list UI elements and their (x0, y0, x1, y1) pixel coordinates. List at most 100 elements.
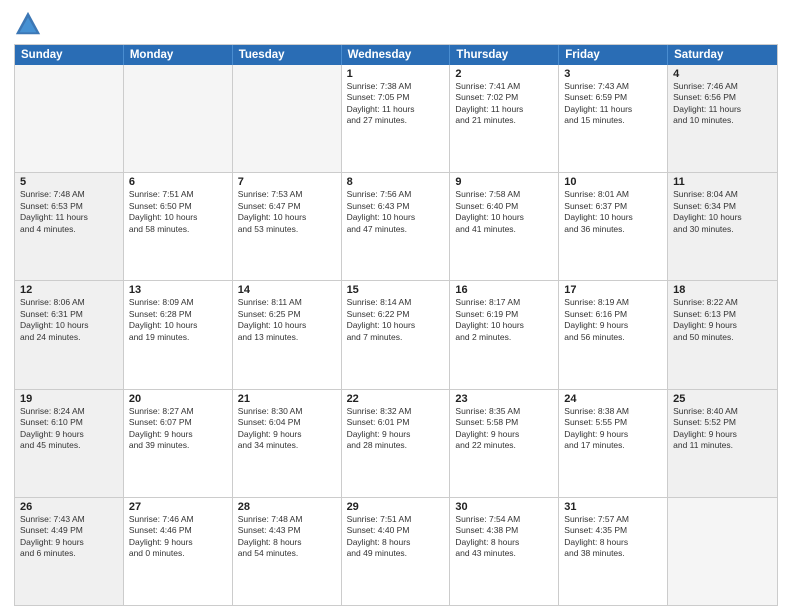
day-number: 18 (673, 284, 772, 296)
logo (14, 10, 46, 38)
day-info: Sunrise: 7:41 AM Sunset: 7:02 PM Dayligh… (455, 81, 553, 127)
day-number: 19 (20, 393, 118, 405)
day-info: Sunrise: 7:43 AM Sunset: 6:59 PM Dayligh… (564, 81, 662, 127)
calendar-row-2: 12Sunrise: 8:06 AM Sunset: 6:31 PM Dayli… (15, 280, 777, 388)
day-info: Sunrise: 7:38 AM Sunset: 7:05 PM Dayligh… (347, 81, 445, 127)
day-cell-5: 5Sunrise: 7:48 AM Sunset: 6:53 PM Daylig… (15, 173, 124, 280)
header-day-thursday: Thursday (450, 45, 559, 65)
day-number: 25 (673, 393, 772, 405)
day-cell-7: 7Sunrise: 7:53 AM Sunset: 6:47 PM Daylig… (233, 173, 342, 280)
day-cell-24: 24Sunrise: 8:38 AM Sunset: 5:55 PM Dayli… (559, 390, 668, 497)
day-info: Sunrise: 7:56 AM Sunset: 6:43 PM Dayligh… (347, 189, 445, 235)
day-number: 4 (673, 68, 772, 80)
day-cell-2: 2Sunrise: 7:41 AM Sunset: 7:02 PM Daylig… (450, 65, 559, 172)
empty-cell-0-2 (233, 65, 342, 172)
day-cell-14: 14Sunrise: 8:11 AM Sunset: 6:25 PM Dayli… (233, 281, 342, 388)
day-info: Sunrise: 7:46 AM Sunset: 6:56 PM Dayligh… (673, 81, 772, 127)
header (14, 10, 778, 38)
day-cell-16: 16Sunrise: 8:17 AM Sunset: 6:19 PM Dayli… (450, 281, 559, 388)
day-number: 3 (564, 68, 662, 80)
day-cell-25: 25Sunrise: 8:40 AM Sunset: 5:52 PM Dayli… (668, 390, 777, 497)
day-cell-18: 18Sunrise: 8:22 AM Sunset: 6:13 PM Dayli… (668, 281, 777, 388)
day-cell-11: 11Sunrise: 8:04 AM Sunset: 6:34 PM Dayli… (668, 173, 777, 280)
day-info: Sunrise: 7:58 AM Sunset: 6:40 PM Dayligh… (455, 189, 553, 235)
day-info: Sunrise: 7:48 AM Sunset: 4:43 PM Dayligh… (238, 514, 336, 560)
day-cell-21: 21Sunrise: 8:30 AM Sunset: 6:04 PM Dayli… (233, 390, 342, 497)
day-info: Sunrise: 8:40 AM Sunset: 5:52 PM Dayligh… (673, 406, 772, 452)
day-info: Sunrise: 8:14 AM Sunset: 6:22 PM Dayligh… (347, 297, 445, 343)
day-info: Sunrise: 8:24 AM Sunset: 6:10 PM Dayligh… (20, 406, 118, 452)
day-cell-15: 15Sunrise: 8:14 AM Sunset: 6:22 PM Dayli… (342, 281, 451, 388)
calendar-body: 1Sunrise: 7:38 AM Sunset: 7:05 PM Daylig… (15, 65, 777, 605)
day-number: 10 (564, 176, 662, 188)
header-day-wednesday: Wednesday (342, 45, 451, 65)
day-info: Sunrise: 8:19 AM Sunset: 6:16 PM Dayligh… (564, 297, 662, 343)
day-number: 29 (347, 501, 445, 513)
day-cell-29: 29Sunrise: 7:51 AM Sunset: 4:40 PM Dayli… (342, 498, 451, 605)
day-info: Sunrise: 7:54 AM Sunset: 4:38 PM Dayligh… (455, 514, 553, 560)
day-info: Sunrise: 8:01 AM Sunset: 6:37 PM Dayligh… (564, 189, 662, 235)
day-number: 6 (129, 176, 227, 188)
day-number: 14 (238, 284, 336, 296)
day-info: Sunrise: 8:06 AM Sunset: 6:31 PM Dayligh… (20, 297, 118, 343)
day-cell-9: 9Sunrise: 7:58 AM Sunset: 6:40 PM Daylig… (450, 173, 559, 280)
day-number: 27 (129, 501, 227, 513)
day-number: 9 (455, 176, 553, 188)
day-cell-28: 28Sunrise: 7:48 AM Sunset: 4:43 PM Dayli… (233, 498, 342, 605)
day-number: 21 (238, 393, 336, 405)
day-cell-8: 8Sunrise: 7:56 AM Sunset: 6:43 PM Daylig… (342, 173, 451, 280)
day-info: Sunrise: 8:17 AM Sunset: 6:19 PM Dayligh… (455, 297, 553, 343)
day-number: 23 (455, 393, 553, 405)
day-number: 16 (455, 284, 553, 296)
day-number: 15 (347, 284, 445, 296)
header-day-friday: Friday (559, 45, 668, 65)
day-info: Sunrise: 8:09 AM Sunset: 6:28 PM Dayligh… (129, 297, 227, 343)
day-cell-6: 6Sunrise: 7:51 AM Sunset: 6:50 PM Daylig… (124, 173, 233, 280)
day-info: Sunrise: 8:32 AM Sunset: 6:01 PM Dayligh… (347, 406, 445, 452)
day-number: 2 (455, 68, 553, 80)
day-info: Sunrise: 8:27 AM Sunset: 6:07 PM Dayligh… (129, 406, 227, 452)
day-cell-27: 27Sunrise: 7:46 AM Sunset: 4:46 PM Dayli… (124, 498, 233, 605)
day-info: Sunrise: 7:53 AM Sunset: 6:47 PM Dayligh… (238, 189, 336, 235)
calendar-header: SundayMondayTuesdayWednesdayThursdayFrid… (15, 45, 777, 65)
day-number: 8 (347, 176, 445, 188)
day-number: 31 (564, 501, 662, 513)
day-info: Sunrise: 7:46 AM Sunset: 4:46 PM Dayligh… (129, 514, 227, 560)
day-info: Sunrise: 7:51 AM Sunset: 4:40 PM Dayligh… (347, 514, 445, 560)
day-cell-17: 17Sunrise: 8:19 AM Sunset: 6:16 PM Dayli… (559, 281, 668, 388)
day-number: 30 (455, 501, 553, 513)
day-number: 13 (129, 284, 227, 296)
day-info: Sunrise: 7:43 AM Sunset: 4:49 PM Dayligh… (20, 514, 118, 560)
day-number: 1 (347, 68, 445, 80)
day-cell-4: 4Sunrise: 7:46 AM Sunset: 6:56 PM Daylig… (668, 65, 777, 172)
day-cell-12: 12Sunrise: 8:06 AM Sunset: 6:31 PM Dayli… (15, 281, 124, 388)
day-number: 12 (20, 284, 118, 296)
day-cell-20: 20Sunrise: 8:27 AM Sunset: 6:07 PM Dayli… (124, 390, 233, 497)
day-info: Sunrise: 8:38 AM Sunset: 5:55 PM Dayligh… (564, 406, 662, 452)
empty-cell-0-0 (15, 65, 124, 172)
header-day-saturday: Saturday (668, 45, 777, 65)
day-number: 20 (129, 393, 227, 405)
logo-icon (14, 10, 42, 38)
day-cell-10: 10Sunrise: 8:01 AM Sunset: 6:37 PM Dayli… (559, 173, 668, 280)
day-info: Sunrise: 8:30 AM Sunset: 6:04 PM Dayligh… (238, 406, 336, 452)
day-info: Sunrise: 8:35 AM Sunset: 5:58 PM Dayligh… (455, 406, 553, 452)
calendar-row-1: 5Sunrise: 7:48 AM Sunset: 6:53 PM Daylig… (15, 172, 777, 280)
day-info: Sunrise: 7:48 AM Sunset: 6:53 PM Dayligh… (20, 189, 118, 235)
day-info: Sunrise: 8:22 AM Sunset: 6:13 PM Dayligh… (673, 297, 772, 343)
day-number: 28 (238, 501, 336, 513)
day-cell-26: 26Sunrise: 7:43 AM Sunset: 4:49 PM Dayli… (15, 498, 124, 605)
page: SundayMondayTuesdayWednesdayThursdayFrid… (0, 0, 792, 612)
calendar: SundayMondayTuesdayWednesdayThursdayFrid… (14, 44, 778, 606)
day-info: Sunrise: 7:57 AM Sunset: 4:35 PM Dayligh… (564, 514, 662, 560)
day-cell-31: 31Sunrise: 7:57 AM Sunset: 4:35 PM Dayli… (559, 498, 668, 605)
day-cell-30: 30Sunrise: 7:54 AM Sunset: 4:38 PM Dayli… (450, 498, 559, 605)
day-cell-3: 3Sunrise: 7:43 AM Sunset: 6:59 PM Daylig… (559, 65, 668, 172)
day-info: Sunrise: 8:04 AM Sunset: 6:34 PM Dayligh… (673, 189, 772, 235)
empty-cell-0-1 (124, 65, 233, 172)
day-cell-13: 13Sunrise: 8:09 AM Sunset: 6:28 PM Dayli… (124, 281, 233, 388)
header-day-tuesday: Tuesday (233, 45, 342, 65)
day-number: 24 (564, 393, 662, 405)
day-number: 22 (347, 393, 445, 405)
calendar-row-4: 26Sunrise: 7:43 AM Sunset: 4:49 PM Dayli… (15, 497, 777, 605)
